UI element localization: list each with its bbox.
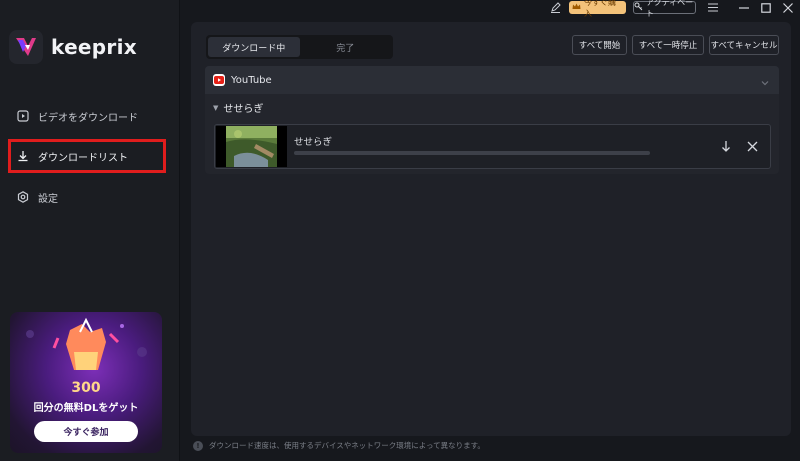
- app-name: keeprix: [51, 35, 137, 59]
- youtube-icon: [213, 74, 225, 86]
- start-all-button[interactable]: すべて開始: [572, 35, 627, 55]
- download-list-panel: ダウンロード中 完了 すべて開始 すべて一時停止 すべてキャンセル YouTub…: [191, 22, 791, 436]
- play-square-icon: [16, 109, 30, 123]
- collapse-triangle-icon: ▼: [213, 103, 219, 112]
- keeprix-logo-icon: [9, 30, 43, 64]
- maximize-icon[interactable]: [760, 1, 772, 14]
- activate-button[interactable]: アクティベート: [633, 0, 696, 18]
- info-icon: !: [193, 440, 203, 451]
- cancel-all-button[interactable]: すべてキャンセル: [709, 35, 779, 55]
- feedback-pen-icon[interactable]: [548, 1, 562, 14]
- tab-downloading[interactable]: ダウンロード中: [208, 37, 300, 57]
- key-icon: [634, 2, 643, 13]
- download-item: せせらぎ: [214, 124, 771, 169]
- group-title-label: せせらぎ: [223, 104, 264, 115]
- sidebar-item-settings[interactable]: 設定: [8, 180, 166, 214]
- promo-text: 回分の無料DLをゲット: [33, 403, 139, 414]
- crown-icon: [572, 3, 581, 12]
- app-logo: keeprix: [9, 30, 137, 64]
- chevron-down-icon[interactable]: [759, 74, 771, 86]
- sidebar-item-download-video[interactable]: ビデオをダウンロード: [8, 99, 166, 133]
- sidebar-item-label: ビデオをダウンロード: [38, 112, 138, 124]
- footer-note-text: ダウンロード速度は、使用するデバイスやネットワーク環境によって異なります。: [209, 441, 485, 450]
- buy-now-button[interactable]: 今すぐ購入: [569, 0, 626, 18]
- close-icon[interactable]: [782, 1, 794, 14]
- join-now-button[interactable]: 今すぐ参加: [34, 421, 138, 442]
- promo-number: 300: [71, 380, 101, 396]
- activate-label: アクティベート: [646, 0, 694, 18]
- gift-icon: [26, 317, 147, 370]
- video-title: せせらぎ: [294, 137, 333, 148]
- platform-group: YouTube ▼ せせらぎ せせらぎ: [205, 66, 779, 174]
- sidebar: keeprix ビデオをダウンロード ダウンロードリスト 設定 300 回分の無…: [0, 0, 180, 461]
- sidebar-item-label: ダウンロードリスト: [38, 152, 128, 164]
- footer-note: ! ダウンロード速度は、使用するデバイスやネットワーク環境によって異なります。: [193, 440, 485, 451]
- buy-now-label: 今すぐ購入: [584, 0, 616, 18]
- download-progress-bar: [294, 151, 650, 155]
- settings-icon: [16, 190, 30, 204]
- cancel-item-icon[interactable]: [744, 138, 760, 154]
- sidebar-item-download-list[interactable]: ダウンロードリスト: [8, 139, 166, 173]
- minimize-icon[interactable]: [738, 1, 750, 14]
- platform-name: YouTube: [231, 74, 272, 86]
- download-icon: [16, 149, 30, 163]
- menu-icon[interactable]: [707, 1, 719, 14]
- title-bar: 今すぐ購入 アクティベート: [180, 0, 800, 18]
- video-thumbnail: [216, 126, 287, 167]
- sidebar-item-label: 設定: [38, 193, 58, 205]
- video-group-title[interactable]: ▼ せせらぎ: [213, 100, 264, 116]
- download-arrow-icon[interactable]: [718, 138, 734, 154]
- platform-header[interactable]: YouTube: [205, 66, 779, 94]
- status-tabs: ダウンロード中 完了: [206, 35, 393, 59]
- pause-all-button[interactable]: すべて一時停止: [632, 35, 704, 55]
- promo-banner[interactable]: 300 回分の無料DLをゲット 今すぐ参加: [10, 312, 162, 453]
- tab-completed[interactable]: 完了: [300, 37, 392, 57]
